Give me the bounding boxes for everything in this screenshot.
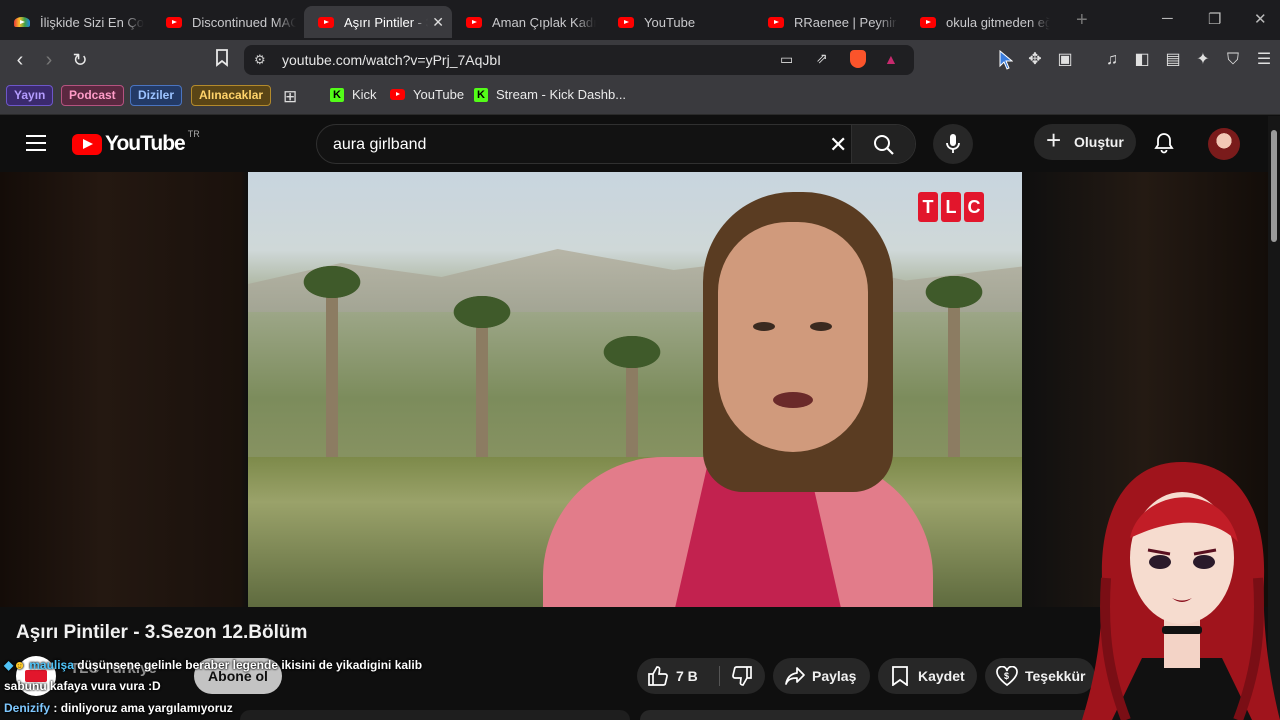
thanks-button[interactable]: $ Teşekkür — [985, 658, 1095, 694]
browser-tab[interactable]: İlişkide Sizi En Çok Etkileyen — [0, 6, 152, 38]
wallet-icon[interactable]: ▤ — [1163, 50, 1183, 70]
microphone-icon — [946, 134, 960, 153]
clear-search-icon[interactable]: ✕ — [829, 132, 847, 158]
youtube-play-icon — [72, 133, 102, 155]
video-player[interactable] — [248, 172, 1022, 607]
bookmark-youtube[interactable]: YouTube — [390, 87, 464, 102]
voice-search-button[interactable] — [933, 124, 973, 164]
search-button[interactable] — [851, 125, 915, 163]
search-icon — [874, 135, 894, 155]
maximize-icon[interactable]: ❐ — [1208, 10, 1221, 28]
chat-message-continued: sabunu kafaya vura vura :D — [4, 679, 161, 693]
reading-list-icon[interactable]: ▣ — [1055, 50, 1075, 70]
browser-tab-active[interactable]: Aşırı Pintiler - 3.Sezon✕ — [304, 6, 452, 38]
like-dislike-group: 7 B — [637, 658, 765, 694]
back-icon[interactable]: ‹ — [9, 49, 31, 71]
extensions-icon[interactable]: ✥ — [1025, 50, 1045, 70]
bookmark-icon[interactable] — [211, 49, 233, 71]
browser-tab-bar: İlişkide Sizi En Çok Etkileyen Discontin… — [0, 0, 1280, 40]
youtube-icon — [318, 16, 334, 28]
youtube-header: YouTube TR aura girlband ✕ Oluştur — [0, 116, 1268, 172]
close-tab-icon[interactable]: ✕ — [432, 14, 444, 31]
tlc-logo: T L C — [918, 192, 984, 222]
search-input[interactable]: aura girlband — [333, 136, 426, 154]
menu-icon[interactable]: ☰ — [1254, 50, 1274, 70]
new-tab-icon[interactable]: + — [1076, 9, 1088, 32]
youtube-icon — [466, 16, 482, 28]
notifications-bell-icon[interactable] — [1153, 132, 1175, 154]
scrollbar-thumb[interactable] — [1271, 130, 1277, 242]
youtube-icon — [390, 89, 405, 100]
cast-icon[interactable]: ▭ — [780, 51, 793, 68]
sidebar-icon[interactable]: ◧ — [1132, 50, 1152, 70]
browser-tab[interactable]: Discontinued MAC — [152, 6, 304, 38]
video-frame-person — [543, 192, 933, 607]
leo-ai-icon[interactable]: ✦ — [1193, 50, 1213, 70]
super-thanks-icon: $ — [996, 666, 1018, 686]
bookmarks-bar: Yayın Podcast Diziler Alınacaklar ⊞ K Kic… — [0, 80, 1280, 115]
youtube-icon — [768, 16, 784, 28]
vpn-icon[interactable]: ⛉ — [1223, 50, 1243, 70]
close-window-icon[interactable]: ✕ — [1254, 10, 1267, 28]
kick-icon: K — [474, 87, 488, 102]
minimize-icon[interactable]: ─ — [1162, 10, 1173, 27]
forward-icon[interactable]: › — [38, 49, 60, 71]
apps-grid-icon[interactable]: ⊞ — [283, 87, 297, 107]
hamburger-menu-icon[interactable] — [26, 135, 46, 151]
video-title: Aşırı Pintiler - 3.Sezon 12.Bölüm — [16, 622, 308, 643]
comments-box-edge — [640, 710, 1120, 720]
youtube-icon — [920, 16, 936, 28]
share-arrow-icon — [785, 667, 805, 685]
youtube-logo[interactable]: YouTube TR — [72, 129, 200, 156]
browser-tab[interactable]: Aman Çıplak Kadın — [452, 6, 604, 38]
like-button[interactable]: 7 B — [637, 658, 719, 694]
thumbs-up-icon — [648, 666, 668, 686]
address-bar[interactable]: ⚙ youtube.com/watch?v=yPrj_7AqJbI ▭ ⇗ ▲ — [244, 45, 914, 75]
vtuber-avatar — [1082, 462, 1280, 720]
dislike-button[interactable] — [720, 658, 765, 694]
chat-message: Denizify : dinliyoruz ama yargılamıyoruz — [4, 701, 233, 715]
share-button[interactable]: Paylaş — [773, 658, 870, 694]
bookmark-folder[interactable]: Yayın — [6, 85, 54, 106]
bookmark-folder[interactable]: Podcast — [61, 85, 124, 106]
bookmark-folder[interactable]: Alınacaklar — [191, 85, 272, 106]
browser-tab[interactable]: okula gitmeden eğlence — [906, 6, 1058, 38]
description-box-edge — [240, 710, 630, 720]
save-bookmark-icon — [892, 666, 908, 686]
create-button[interactable]: Oluştur — [1034, 122, 1136, 160]
account-avatar[interactable] — [1208, 128, 1240, 160]
emoji-icon: ☻ — [13, 658, 26, 672]
reload-icon[interactable]: ↻ — [69, 49, 91, 71]
thumbs-down-icon — [732, 666, 752, 686]
moderator-badge-icon: ◆ — [4, 658, 14, 672]
brave-rewards-icon[interactable]: ▲ — [884, 51, 898, 67]
save-button[interactable]: Kaydet — [878, 658, 977, 694]
site-settings-icon[interactable]: ⚙ — [254, 52, 266, 68]
media-icon[interactable]: ♫ — [1102, 50, 1122, 70]
youtube-icon — [166, 16, 182, 28]
bookmark-folder[interactable]: Diziler — [130, 85, 183, 106]
browser-tab[interactable]: YouTube — [604, 6, 754, 38]
browser-tab[interactable]: RRaenee | Peynir Kral — [754, 6, 906, 38]
kick-icon: K — [330, 87, 344, 102]
svg-text:$: $ — [1004, 671, 1009, 681]
share-icon[interactable]: ⇗ — [816, 50, 828, 67]
rainbow-icon — [14, 17, 30, 27]
cursor-icon — [996, 49, 1016, 70]
url-text[interactable]: youtube.com/watch?v=yPrj_7AqJbI — [282, 52, 501, 68]
bookmark-kick-dashboard[interactable]: K Stream - Kick Dashb... — [474, 87, 626, 102]
search-box[interactable]: aura girlband ✕ — [316, 124, 916, 164]
youtube-icon — [618, 16, 634, 28]
chat-message: ◆☻ maulişa düşünsene gelinle beraber leg… — [4, 658, 423, 672]
bookmark-kick[interactable]: K Kick — [330, 87, 377, 102]
brave-shields-icon[interactable] — [850, 50, 866, 68]
